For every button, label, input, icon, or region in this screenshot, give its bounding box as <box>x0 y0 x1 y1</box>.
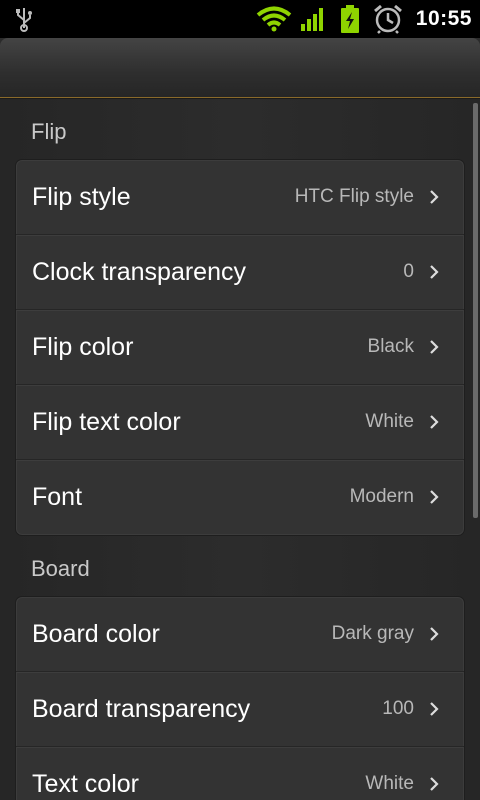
battery-charging-icon <box>341 5 359 33</box>
settings-list[interactable]: Flip Flip style HTC Flip style Clock tra… <box>0 99 480 800</box>
setting-row-flip-text-color[interactable]: Flip text color White <box>16 385 464 460</box>
setting-value: HTC Flip style <box>294 186 414 207</box>
chevron-right-icon <box>430 627 439 641</box>
scrollbar[interactable] <box>473 103 478 518</box>
section-header-flip: Flip <box>31 119 67 144</box>
setting-value: White <box>365 773 414 794</box>
setting-row-board-color[interactable]: Board color Dark gray <box>16 597 464 672</box>
usb-icon <box>16 8 32 32</box>
setting-row-flip-color[interactable]: Flip color Black <box>16 310 464 385</box>
setting-value: 0 <box>403 261 414 282</box>
status-clock: 10:55 <box>415 7 472 30</box>
title-bar <box>0 38 480 99</box>
section-header-board: Board <box>31 556 90 581</box>
chevron-right-icon <box>430 190 439 204</box>
settings-group-board: Board color Dark gray Board transparency… <box>15 596 465 800</box>
status-bar: 10:55 <box>0 0 480 38</box>
signal-icon <box>301 8 323 31</box>
chevron-right-icon <box>430 340 439 354</box>
wifi-icon <box>256 6 292 32</box>
setting-row-text-color[interactable]: Text color White <box>16 747 464 800</box>
setting-label: Clock transparency <box>32 258 246 286</box>
setting-row-clock-transparency[interactable]: Clock transparency 0 <box>16 235 464 310</box>
setting-value: 100 <box>382 698 414 719</box>
chevron-right-icon <box>430 490 439 504</box>
chevron-right-icon <box>430 777 439 791</box>
setting-label: Font <box>32 483 83 511</box>
setting-value: White <box>365 411 414 432</box>
setting-label: Flip style <box>32 183 131 211</box>
setting-value: Black <box>367 336 414 357</box>
chevron-right-icon <box>430 415 439 429</box>
setting-label: Text color <box>32 770 139 798</box>
setting-row-font[interactable]: Font Modern <box>16 460 464 535</box>
setting-label: Flip color <box>32 333 134 361</box>
chevron-right-icon <box>430 265 439 279</box>
alarm-icon <box>374 4 402 34</box>
setting-value: Modern <box>349 486 414 507</box>
setting-label: Board color <box>32 620 160 648</box>
chevron-right-icon <box>430 702 439 716</box>
setting-row-flip-style[interactable]: Flip style HTC Flip style <box>16 160 464 235</box>
setting-label: Flip text color <box>32 408 181 436</box>
settings-group-flip: Flip style HTC Flip style Clock transpar… <box>15 159 465 536</box>
setting-value: Dark gray <box>331 623 414 644</box>
setting-row-board-transparency[interactable]: Board transparency 100 <box>16 672 464 747</box>
setting-label: Board transparency <box>32 695 251 723</box>
